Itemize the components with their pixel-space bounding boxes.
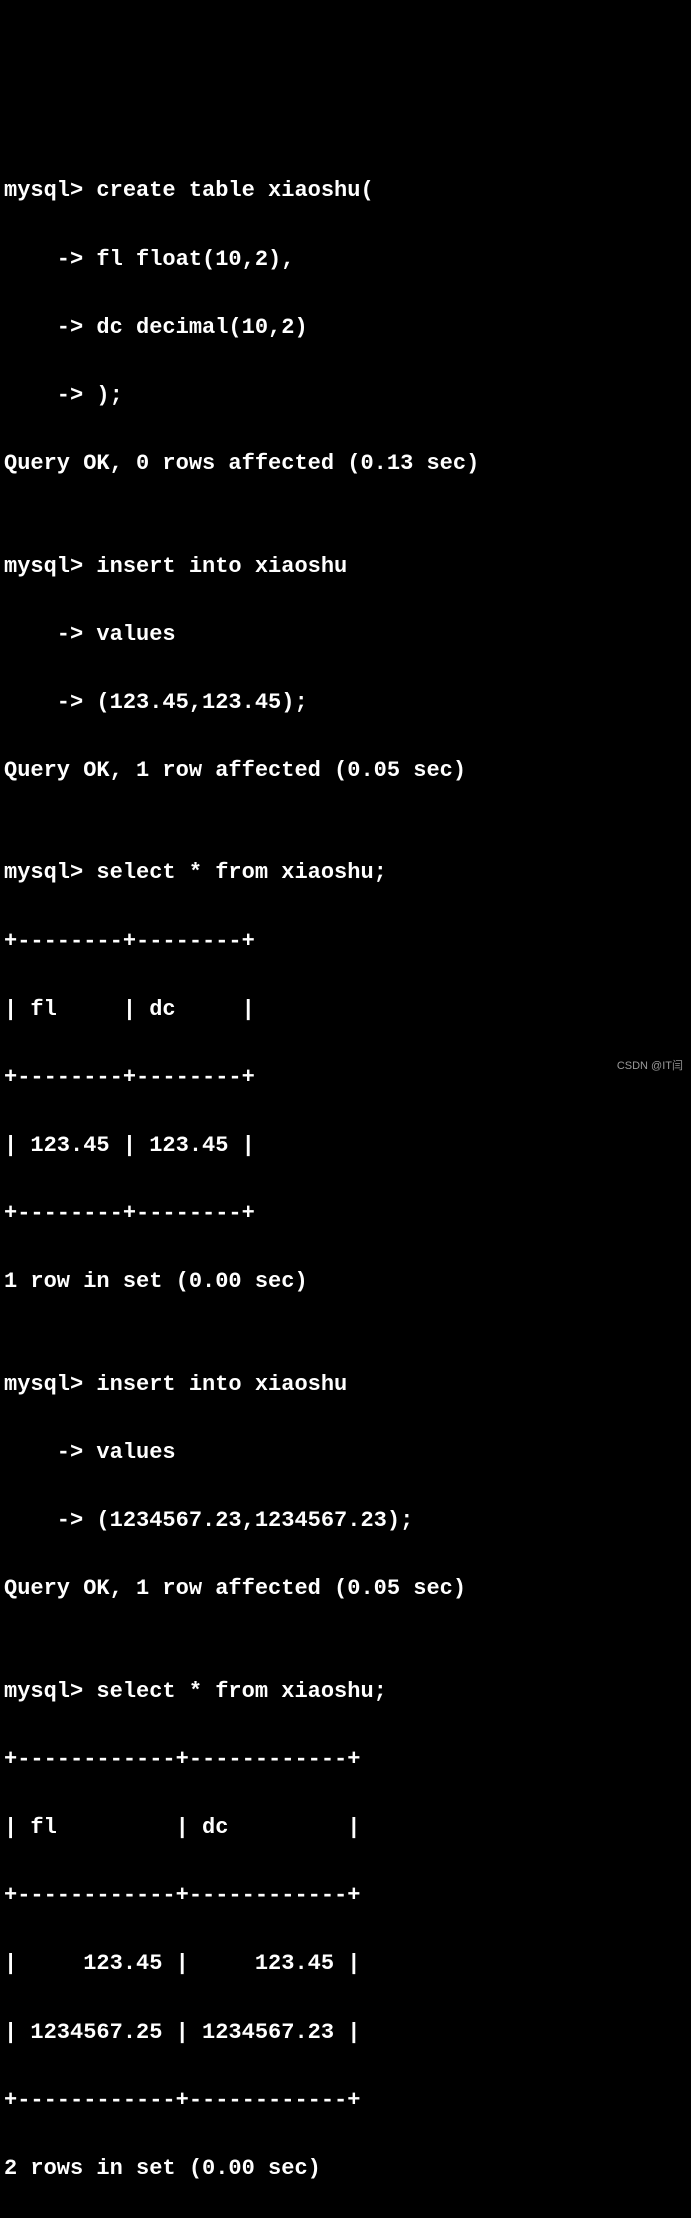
- sql-line: -> values: [4, 1436, 687, 1470]
- sql-line: mysql> insert into xiaoshu: [4, 1368, 687, 1402]
- table-row: | 123.45 | 123.45 |: [4, 1129, 687, 1163]
- table-border: +------------+------------+: [4, 2084, 687, 2118]
- terminal-output: mysql> create table xiaoshu( -> fl float…: [4, 140, 687, 2218]
- table-border: +--------+--------+: [4, 925, 687, 959]
- table-row: | 123.45 | 123.45 |: [4, 1947, 687, 1981]
- sql-line: mysql> select * from xiaoshu;: [4, 856, 687, 890]
- sql-line: -> (1234567.23,1234567.23);: [4, 1504, 687, 1538]
- table-row: | 1234567.25 | 1234567.23 |: [4, 2016, 687, 2050]
- result-line: Query OK, 1 row affected (0.05 sec): [4, 1572, 687, 1606]
- sql-line: mysql> create table xiaoshu(: [4, 174, 687, 208]
- watermark-text: CSDN @IT闫: [617, 1058, 683, 1075]
- sql-line: mysql> select * from xiaoshu;: [4, 1675, 687, 1709]
- result-line: 1 row in set (0.00 sec): [4, 1265, 687, 1299]
- result-line: Query OK, 1 row affected (0.05 sec): [4, 754, 687, 788]
- result-line: Query OK, 0 rows affected (0.13 sec): [4, 447, 687, 481]
- table-header: | fl | dc |: [4, 1811, 687, 1845]
- table-border: +------------+------------+: [4, 1879, 687, 1913]
- result-line: 2 rows in set (0.00 sec): [4, 2152, 687, 2186]
- sql-line: -> dc decimal(10,2): [4, 311, 687, 345]
- sql-line: mysql> insert into xiaoshu: [4, 550, 687, 584]
- sql-line: -> );: [4, 379, 687, 413]
- table-border: +--------+--------+: [4, 1197, 687, 1231]
- sql-line: -> fl float(10,2),: [4, 243, 687, 277]
- table-border: +--------+--------+: [4, 1061, 687, 1095]
- table-header: | fl | dc |: [4, 993, 687, 1027]
- sql-line: -> values: [4, 618, 687, 652]
- table-border: +------------+------------+: [4, 1743, 687, 1777]
- sql-line: -> (123.45,123.45);: [4, 686, 687, 720]
